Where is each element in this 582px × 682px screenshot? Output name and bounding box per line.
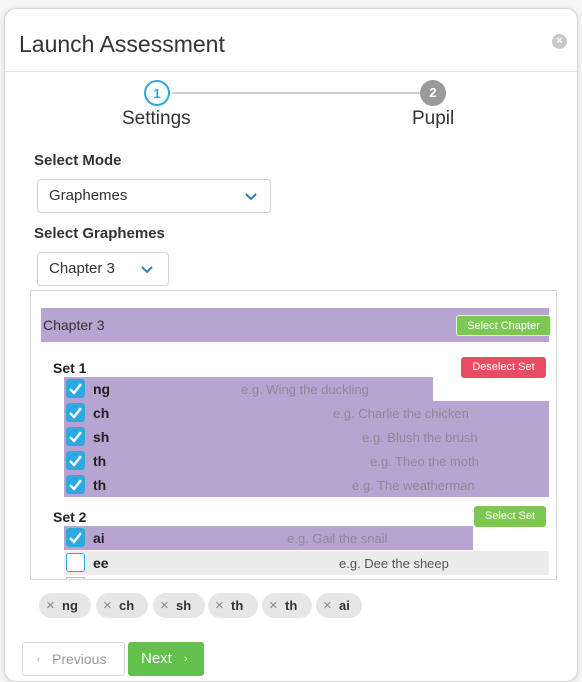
step-1-circle[interactable]: 1: [144, 80, 170, 106]
grapheme-example: e.g. Blush the brush: [362, 430, 478, 445]
grapheme-name: ch: [93, 405, 110, 421]
close-icon[interactable]: ×: [46, 593, 55, 618]
chevron-right-icon: ›: [184, 653, 188, 665]
check-icon: [69, 532, 82, 544]
step-2-label: Pupil: [412, 108, 455, 129]
checkbox-checked[interactable]: [66, 451, 85, 470]
chevron-down-icon: [245, 193, 257, 201]
graphemes-select-value: Chapter 3: [49, 260, 115, 277]
chip[interactable]: × th: [208, 593, 258, 618]
graphemes-select[interactable]: Chapter 3: [37, 252, 169, 286]
chip[interactable]: × ai: [316, 593, 362, 618]
list-item[interactable]: ee e.g. Dee the sheep: [64, 551, 549, 575]
close-icon[interactable]: ×: [215, 593, 224, 618]
chapter-row: Chapter 3 Select Chapter: [41, 308, 551, 342]
stepper: 1 2 Settings Pupil: [0, 63, 574, 143]
checkbox-checked[interactable]: [66, 379, 85, 398]
grapheme-name: ng: [93, 381, 111, 397]
close-icon[interactable]: ×: [552, 34, 567, 49]
chapter-name: Chapter 3: [43, 317, 105, 333]
grapheme-example: e.g. Gail the snail: [287, 531, 388, 546]
grapheme-name: th: [93, 453, 107, 469]
grapheme-name: sh: [93, 429, 110, 445]
chip[interactable]: × th: [262, 593, 312, 618]
grapheme-name: ee: [93, 555, 109, 571]
checkbox-partial: [66, 577, 85, 579]
stepper-line: [172, 92, 434, 94]
list-item[interactable]: ai e.g. Gail the snail: [64, 526, 473, 550]
checkbox-checked[interactable]: [66, 528, 85, 547]
list-item-partial: [64, 577, 549, 579]
previous-button[interactable]: ‹ Previous: [22, 642, 125, 676]
grapheme-example: e.g. Theo the moth: [370, 454, 479, 469]
grapheme-example: e.g. Charlie the chicken: [333, 406, 469, 421]
select-graphemes-label: Select Graphemes: [34, 225, 165, 242]
grapheme-name: th: [93, 477, 107, 493]
grapheme-example: e.g. Dee the sheep: [339, 556, 449, 571]
check-icon: [69, 455, 82, 467]
deselect-set-button[interactable]: Deselect Set: [461, 357, 546, 378]
list-item[interactable]: th e.g. The weatherman: [64, 473, 549, 497]
list-item[interactable]: ch e.g. Charlie the chicken: [64, 401, 549, 425]
chip[interactable]: × ch: [96, 593, 148, 618]
check-icon: [69, 431, 82, 443]
check-icon: [69, 407, 82, 419]
chevron-down-icon: [141, 266, 153, 274]
check-icon: [69, 479, 82, 491]
close-icon[interactable]: ×: [160, 593, 169, 618]
chevron-left-icon: ‹: [37, 654, 40, 664]
select-chapter-button[interactable]: Select Chapter: [456, 315, 551, 336]
select-set-button[interactable]: Select Set: [474, 506, 546, 527]
checkbox-checked[interactable]: [66, 427, 85, 446]
chip[interactable]: × ng: [39, 593, 91, 618]
close-icon[interactable]: ×: [323, 593, 332, 618]
grapheme-example: e.g. The weatherman: [352, 478, 475, 493]
list-item[interactable]: ng e.g. Wing the duckling: [64, 377, 433, 401]
step-1-label: Settings: [122, 108, 191, 129]
checkbox-unchecked[interactable]: [66, 553, 85, 572]
close-icon[interactable]: ×: [103, 593, 112, 618]
mode-select-value: Graphemes: [49, 187, 128, 204]
next-button[interactable]: Next ›: [128, 642, 204, 676]
set-2-label: Set 2: [53, 509, 87, 525]
checkbox-checked[interactable]: [66, 475, 85, 494]
grapheme-name: ai: [93, 530, 105, 546]
list-item[interactable]: sh e.g. Blush the brush: [64, 425, 549, 449]
grapheme-example: e.g. Wing the duckling: [241, 382, 369, 397]
checkbox-checked[interactable]: [66, 403, 85, 422]
modal-title: Launch Assessment: [19, 31, 225, 57]
grapheme-list-panel[interactable]: Chapter 3 Select Chapter Set 1 Deselect …: [30, 290, 557, 580]
check-icon: [69, 383, 82, 395]
set-1-label: Set 1: [53, 360, 87, 376]
list-item[interactable]: th e.g. Theo the moth: [64, 449, 549, 473]
step-2-circle[interactable]: 2: [420, 80, 446, 106]
mode-select[interactable]: Graphemes: [37, 179, 271, 213]
close-icon[interactable]: ×: [269, 593, 278, 618]
select-mode-label: Select Mode: [34, 152, 122, 169]
chip[interactable]: × sh: [153, 593, 205, 618]
